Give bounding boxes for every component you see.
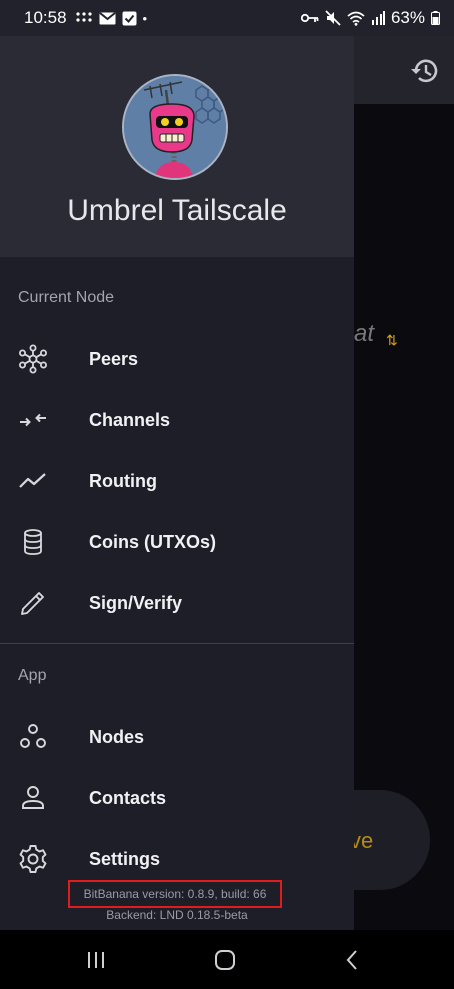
notification-dots-icon (75, 12, 92, 22)
battery-icon (431, 11, 440, 25)
section-current-node: Current Node (18, 289, 115, 306)
menu-item-sign-verify[interactable]: Sign/Verify (0, 575, 354, 631)
status-bar: 10:58 • 63% (0, 0, 454, 36)
history-icon[interactable] (408, 54, 442, 88)
menu-item-label: Nodes (89, 726, 145, 747)
robot-avatar-icon (124, 76, 226, 178)
wifi-icon (347, 11, 365, 26)
menu-item-peers[interactable]: Peers (0, 331, 354, 387)
system-nav-bar (0, 930, 454, 989)
back-icon (346, 950, 357, 970)
menu-item-label: Routing (89, 470, 157, 491)
signal-icon (371, 11, 385, 25)
menu-item-label: Coins (UTXOs) (89, 531, 217, 552)
menu-item-contacts[interactable]: Contacts (0, 770, 354, 826)
version-info: BitBanana version: 0.8.9, build: 66 (68, 880, 282, 908)
menu-item-coins[interactable]: Coins (UTXOs) (0, 514, 354, 570)
home-button[interactable] (205, 940, 245, 980)
contacts-icon (18, 783, 48, 813)
sign-verify-icon (18, 588, 48, 618)
status-time: 10:58 (24, 8, 67, 27)
node-name[interactable]: Umbrel Tailscale (0, 194, 354, 228)
navigation-drawer: Umbrel Tailscale Current Node Peers Chan… (0, 36, 354, 930)
menu-item-settings[interactable]: Settings (0, 831, 354, 887)
menu-item-nodes[interactable]: Nodes (0, 709, 354, 765)
settings-icon (18, 844, 48, 874)
coins-icon (18, 527, 48, 557)
drawer-header: Umbrel Tailscale (0, 36, 354, 257)
menu-item-routing[interactable]: Routing (0, 453, 354, 509)
battery-percent: 63% (390, 8, 425, 27)
swap-arrows-icon[interactable]: ⇅ (386, 332, 398, 349)
back-button[interactable] (333, 940, 373, 980)
checkbox-notification-icon (122, 11, 137, 25)
vpn-key-icon (300, 13, 319, 23)
nodes-icon (18, 722, 48, 752)
routing-icon (18, 466, 48, 496)
dot-icon: • (142, 10, 148, 26)
channels-icon (18, 405, 48, 435)
menu-item-label: Channels (89, 409, 171, 430)
section-app: App (18, 667, 47, 684)
recent-apps-button[interactable] (76, 940, 116, 980)
peers-icon (18, 344, 48, 374)
menu-item-channels[interactable]: Channels (0, 392, 354, 448)
drawer-divider (0, 643, 354, 644)
background-amount-unit: at (354, 320, 375, 347)
gmail-icon (98, 11, 116, 24)
recent-apps-icon (88, 952, 104, 968)
home-icon (215, 950, 235, 970)
backend-info: Backend: LND 0.18.5-beta (106, 908, 248, 922)
menu-item-label: Contacts (89, 787, 167, 808)
menu-item-label: Peers (89, 348, 139, 369)
mute-icon (325, 10, 341, 26)
menu-item-label: Settings (89, 848, 161, 869)
menu-item-label: Sign/Verify (89, 592, 183, 613)
node-avatar[interactable] (122, 74, 228, 180)
